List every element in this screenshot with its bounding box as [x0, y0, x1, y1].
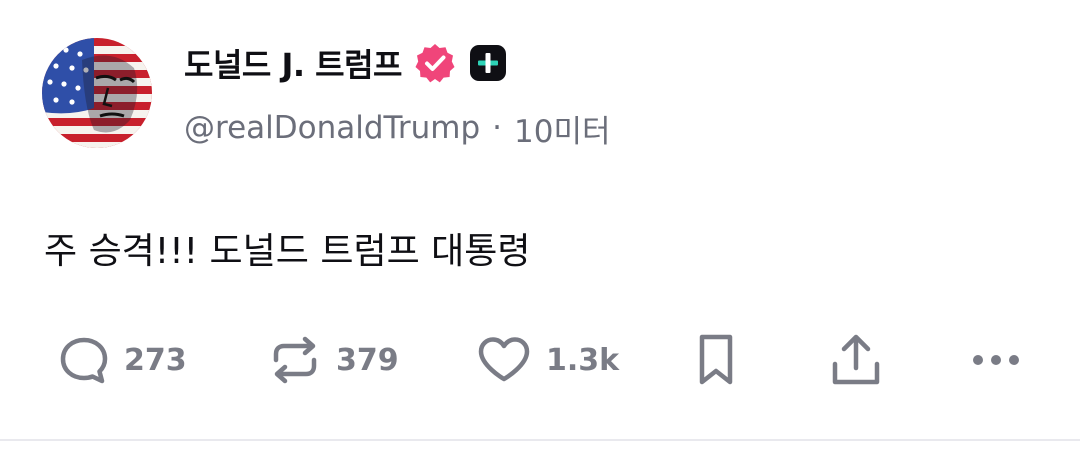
share-button[interactable] [830, 330, 882, 390]
reply-count: 273 [124, 342, 187, 378]
plus-badge-icon [469, 45, 506, 81]
author-name-row: 도널드 J. 트럼프 [184, 40, 508, 86]
avatar-flag-portrait-icon [42, 38, 152, 148]
post-actions: 273 379 1.3k [0, 330, 1080, 390]
bookmark-icon [699, 334, 733, 385]
share-icon [832, 334, 880, 385]
bookmark-button[interactable] [694, 330, 738, 390]
author-display-name[interactable]: 도널드 J. 트럼프 [184, 40, 402, 86]
like-count: 1.3k [546, 342, 620, 378]
post-content: 주 승격!!! 도널드 트럼프 대통령 [44, 231, 531, 272]
heart-icon [478, 337, 530, 382]
verified-badge-icon [415, 44, 455, 83]
reply-button[interactable]: 273 [58, 330, 187, 390]
more-icon [973, 355, 1019, 365]
repost-icon [273, 336, 317, 384]
repost-button[interactable]: 379 [268, 330, 399, 390]
like-button[interactable]: 1.3k [476, 330, 619, 390]
post-divider [0, 439, 1080, 441]
post: 도널드 J. 트럼프 @realDonaldTrump · 10미터 주 승격!… [0, 0, 1080, 441]
meta-separator: · [492, 110, 503, 146]
avatar[interactable] [42, 38, 152, 148]
post-time[interactable]: 10미터 [514, 106, 611, 151]
reply-icon [60, 337, 108, 384]
author-handle[interactable]: @realDonaldTrump [184, 110, 480, 146]
author-meta-row: @realDonaldTrump · 10미터 [184, 106, 611, 150]
repost-count: 379 [336, 342, 399, 378]
more-options-button[interactable] [970, 330, 1022, 390]
